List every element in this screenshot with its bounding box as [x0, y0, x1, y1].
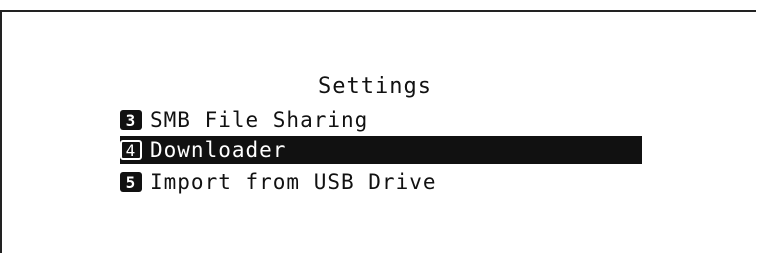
number-3-icon: 3: [120, 110, 142, 130]
menu-item-smb-file-sharing[interactable]: 3 SMB File Sharing: [120, 106, 640, 134]
menu-item-label: Downloader: [150, 138, 287, 162]
menu-item-label: Import from USB Drive: [150, 170, 437, 194]
menu-item-label: SMB File Sharing: [150, 108, 369, 132]
menu-item-downloader-selected[interactable]: 4 Downloader: [120, 136, 642, 164]
menu-item-import-from-usb-drive[interactable]: 5 Import from USB Drive: [120, 168, 640, 196]
number-5-icon: 5: [120, 172, 142, 192]
number-4-icon: 4: [120, 140, 142, 160]
screen-title: Settings: [318, 74, 432, 99]
